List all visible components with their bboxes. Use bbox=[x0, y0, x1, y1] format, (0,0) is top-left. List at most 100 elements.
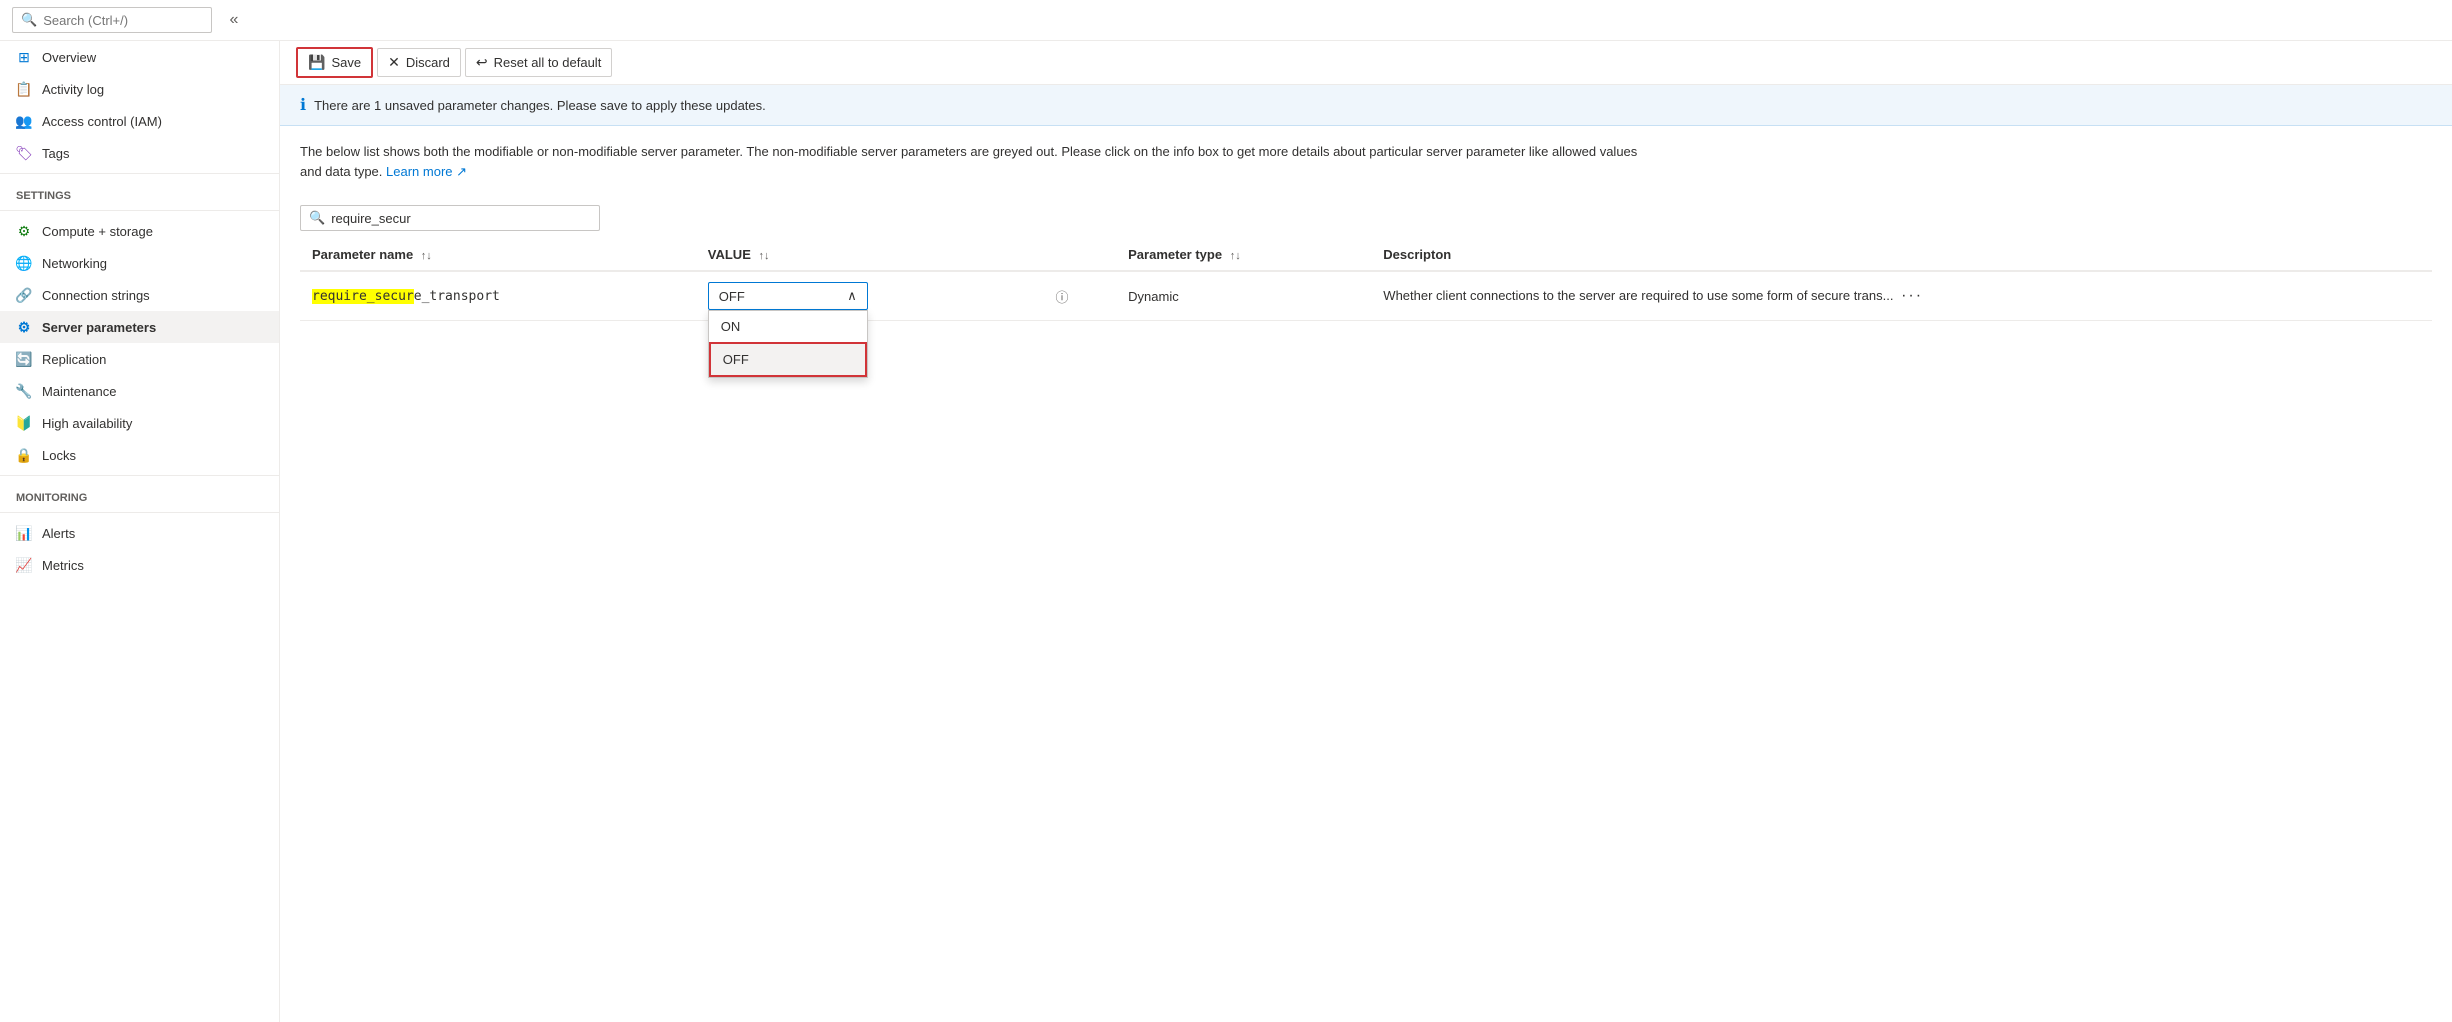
sidebar-item-label: Replication bbox=[42, 352, 106, 367]
locks-icon: 🔒 bbox=[16, 447, 32, 463]
col-param-type: Parameter type ↑↓ bbox=[1116, 239, 1371, 271]
sidebar-divider-3 bbox=[0, 475, 279, 476]
info-banner: ℹ There are 1 unsaved parameter changes.… bbox=[280, 85, 2452, 126]
discard-button[interactable]: ✕ Discard bbox=[377, 48, 461, 77]
sidebar-item-label: Maintenance bbox=[42, 384, 116, 399]
top-bar: 🔍 « bbox=[0, 0, 2452, 41]
server-parameters-icon: ⚙ bbox=[16, 319, 32, 335]
description-value: Whether client connections to the server… bbox=[1383, 288, 1893, 303]
parameters-table: Parameter name ↑↓ VALUE ↑↓ Parameter typ… bbox=[300, 239, 2432, 321]
filter-input-wrap[interactable]: 🔍 bbox=[300, 205, 600, 231]
reset-icon: ↩ bbox=[476, 54, 488, 71]
save-label: Save bbox=[331, 55, 361, 70]
col-param-name: Parameter name ↑↓ bbox=[300, 239, 696, 271]
compute-icon: ⚙ bbox=[16, 223, 32, 239]
sidebar-item-label: Activity log bbox=[42, 82, 104, 97]
sidebar-item-label: Networking bbox=[42, 256, 107, 271]
discard-label: Discard bbox=[406, 55, 450, 70]
networking-icon: 🌐 bbox=[16, 255, 32, 271]
sidebar-item-label: Alerts bbox=[42, 526, 75, 541]
metrics-icon: 📈 bbox=[16, 557, 32, 573]
banner-info-icon: ℹ bbox=[300, 95, 306, 115]
alerts-icon: 📊 bbox=[16, 525, 32, 541]
param-name-cell: require_secure_transport bbox=[300, 271, 696, 321]
sidebar-item-tags[interactable]: 🏷 Tags bbox=[0, 137, 279, 169]
table-header-row: Parameter name ↑↓ VALUE ↑↓ Parameter typ… bbox=[300, 239, 2432, 271]
sidebar-item-maintenance[interactable]: 🔧 Maintenance bbox=[0, 375, 279, 407]
sidebar-item-networking[interactable]: 🌐 Networking bbox=[0, 247, 279, 279]
sidebar-item-label: Locks bbox=[42, 448, 76, 463]
activity-log-icon: 📋 bbox=[16, 81, 32, 97]
access-control-icon: 👥 bbox=[16, 113, 32, 129]
reset-button[interactable]: ↩ Reset all to default bbox=[465, 48, 612, 77]
sidebar-item-label: Overview bbox=[42, 50, 96, 65]
filter-input[interactable] bbox=[331, 211, 581, 226]
main-layout: ⊞ Overview 📋 Activity log 👥 Access contr… bbox=[0, 41, 2452, 1022]
param-type-cell: Dynamic bbox=[1116, 271, 1371, 321]
sidebar-item-replication[interactable]: 🔄 Replication bbox=[0, 343, 279, 375]
content-area: 💾 Save ✕ Discard ↩ Reset all to default … bbox=[280, 41, 2452, 1022]
sort-icon-value[interactable]: ↑↓ bbox=[759, 250, 770, 262]
value-select-button[interactable]: OFF ∧ bbox=[708, 282, 868, 310]
param-name-rest: e_transport bbox=[414, 289, 500, 304]
sidebar-item-activity-log[interactable]: 📋 Activity log bbox=[0, 73, 279, 105]
param-name-value: require_secure_transport bbox=[312, 289, 500, 304]
replication-icon: 🔄 bbox=[16, 351, 32, 367]
sidebar: ⊞ Overview 📋 Activity log 👥 Access contr… bbox=[0, 41, 280, 1022]
description-body: The below list shows both the modifiable… bbox=[300, 144, 1637, 179]
value-select-wrap: OFF ∧ ON OFF bbox=[708, 282, 868, 310]
more-options-button[interactable]: ··· bbox=[1897, 287, 1927, 305]
sidebar-item-label: Server parameters bbox=[42, 320, 156, 335]
sidebar-item-server-parameters[interactable]: ⚙ Server parameters bbox=[0, 311, 279, 343]
dropdown-option-on[interactable]: ON bbox=[709, 311, 867, 342]
tags-icon: 🏷 bbox=[16, 145, 32, 161]
description-text: The below list shows both the modifiable… bbox=[280, 126, 1680, 197]
learn-more-link[interactable]: Learn more ↗ bbox=[386, 164, 467, 179]
maintenance-icon: 🔧 bbox=[16, 383, 32, 399]
toolbar: 💾 Save ✕ Discard ↩ Reset all to default bbox=[280, 41, 2452, 85]
connection-strings-icon: 🔗 bbox=[16, 287, 32, 303]
sidebar-item-connection-strings[interactable]: 🔗 Connection strings bbox=[0, 279, 279, 311]
sidebar-item-label: Access control (IAM) bbox=[42, 114, 162, 129]
sidebar-item-label: Metrics bbox=[42, 558, 84, 573]
sidebar-item-metrics[interactable]: 📈 Metrics bbox=[0, 549, 279, 581]
sidebar-divider-4 bbox=[0, 512, 279, 513]
sidebar-item-overview[interactable]: ⊞ Overview bbox=[0, 41, 279, 73]
col-info bbox=[1040, 239, 1117, 271]
sidebar-item-locks[interactable]: 🔒 Locks bbox=[0, 439, 279, 471]
col-description: Descripton bbox=[1371, 239, 2432, 271]
search-icon: 🔍 bbox=[21, 12, 37, 28]
monitoring-section-label: Monitoring bbox=[0, 480, 279, 508]
banner-message: There are 1 unsaved parameter changes. P… bbox=[314, 98, 766, 113]
sidebar-item-label: Tags bbox=[42, 146, 69, 161]
sidebar-item-compute-storage[interactable]: ⚙ Compute + storage bbox=[0, 215, 279, 247]
sort-icon-param-name[interactable]: ↑↓ bbox=[421, 250, 432, 262]
value-dropdown: ON OFF bbox=[708, 310, 868, 378]
sidebar-item-label: Connection strings bbox=[42, 288, 150, 303]
param-name-highlight: require_secur bbox=[312, 289, 414, 304]
selected-value-label: OFF bbox=[719, 289, 745, 304]
param-type-value: Dynamic bbox=[1128, 289, 1179, 304]
search-box[interactable]: 🔍 bbox=[12, 7, 212, 33]
collapse-button[interactable]: « bbox=[220, 6, 248, 34]
dropdown-option-off[interactable]: OFF bbox=[709, 342, 867, 377]
overview-icon: ⊞ bbox=[16, 49, 32, 65]
description-cell: Whether client connections to the server… bbox=[1371, 271, 2432, 321]
save-button[interactable]: 💾 Save bbox=[296, 47, 373, 78]
filter-row: 🔍 bbox=[280, 197, 2452, 239]
value-cell: OFF ∧ ON OFF bbox=[696, 271, 1040, 321]
settings-section-label: Settings bbox=[0, 178, 279, 206]
sidebar-item-access-control[interactable]: 👥 Access control (IAM) bbox=[0, 105, 279, 137]
reset-label: Reset all to default bbox=[494, 55, 602, 70]
sort-icon-param-type[interactable]: ↑↓ bbox=[1230, 250, 1241, 262]
save-icon: 💾 bbox=[308, 54, 325, 71]
search-input[interactable] bbox=[43, 13, 193, 28]
sidebar-divider-1 bbox=[0, 173, 279, 174]
info-cell: ⓘ bbox=[1040, 271, 1117, 321]
sidebar-item-label: High availability bbox=[42, 416, 132, 431]
col-value: VALUE ↑↓ bbox=[696, 239, 1040, 271]
sidebar-item-alerts[interactable]: 📊 Alerts bbox=[0, 517, 279, 549]
row-info-icon[interactable]: ⓘ bbox=[1056, 290, 1069, 305]
table-row: require_secure_transport OFF ∧ bbox=[300, 271, 2432, 321]
sidebar-item-high-availability[interactable]: 🔰 High availability bbox=[0, 407, 279, 439]
